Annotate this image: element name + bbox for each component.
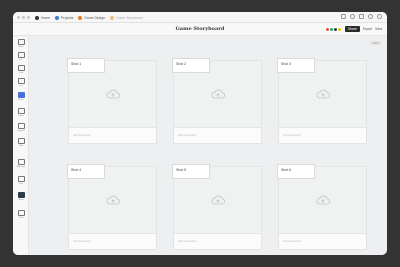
shot-title[interactable]: Shot 5: [172, 164, 210, 179]
device-icon[interactable]: [341, 14, 346, 19]
shot-description-field[interactable]: Add description: [174, 233, 261, 249]
help-icon[interactable]: [350, 14, 355, 19]
shot-title[interactable]: Shot 6: [277, 164, 315, 179]
storyboard-shot-card[interactable]: Add description Shot 3: [277, 58, 367, 144]
comment-icon: [17, 123, 25, 129]
sidebar-tool-label: Board: [18, 98, 24, 101]
sidebar-tool-link[interactable]: Link: [16, 52, 26, 61]
sidebar-tool-label: Draw: [18, 182, 24, 185]
shot-description-field[interactable]: Add description: [69, 233, 156, 249]
breadcrumb-game-storyboard-label: Game Storyboard: [116, 15, 143, 20]
breadcrumb-home-label: Home: [41, 15, 51, 20]
shot-description-field[interactable]: Add description: [69, 127, 156, 143]
sidebar-tool-line[interactable]: Line: [16, 78, 26, 87]
document-toolbar: Game Storyboard Share Export View: [13, 23, 387, 36]
storyboard-shot-card[interactable]: Add description Shot 4: [67, 164, 157, 250]
storyboard-shot-card[interactable]: Add description Shot 2: [172, 58, 262, 144]
shot-description-field[interactable]: Add description: [279, 127, 366, 143]
close-window-icon[interactable]: [17, 16, 20, 19]
pen-icon: [17, 176, 25, 182]
titlebar-actions: [341, 14, 382, 19]
board-canvas[interactable]: 100% Add description Shot 1 Add descriptio…: [30, 37, 387, 255]
storyboard-shot-card[interactable]: Add description Shot 1: [67, 58, 157, 144]
breadcrumb-projects[interactable]: Projects: [55, 15, 74, 20]
cloud-upload-icon: [211, 195, 225, 205]
shot-title[interactable]: Shot 1: [67, 58, 105, 73]
breadcrumb-game-design[interactable]: Game Design: [78, 15, 106, 20]
minimize-window-icon[interactable]: [22, 16, 25, 19]
sidebar-tool-add-image[interactable]: Add image: [16, 159, 26, 168]
title-bar: Home Projects Game Design Game Storyboar…: [13, 12, 387, 23]
sidebar-tool-board[interactable]: Board: [16, 39, 26, 48]
sidebar-tool-label: Trash: [18, 216, 24, 219]
sidebar-tool-label: Link: [19, 58, 23, 61]
sidebar-tool-label: Comment: [17, 129, 25, 132]
cloud-upload-icon: [106, 195, 120, 205]
image-icon: [17, 159, 25, 165]
sidebar-tool-column[interactable]: Column: [16, 108, 26, 117]
document-icon: [78, 15, 83, 20]
sidebar-tool-to-do[interactable]: To-do: [16, 65, 26, 74]
settings-icon[interactable]: [377, 14, 382, 19]
shot-title[interactable]: Shot 3: [277, 58, 315, 73]
board-icon: [17, 39, 25, 45]
sidebar-tool-label: Add image: [16, 165, 26, 168]
tool-sidebar: Board Link To-do Line Board Column Comment Tabl…: [13, 37, 29, 255]
sidebar-tool-label: Sketch: [18, 198, 24, 201]
document-icon: [110, 15, 115, 20]
avatar[interactable]: [336, 26, 342, 32]
home-icon: [35, 15, 39, 20]
shot-title[interactable]: Shot 4: [67, 164, 105, 179]
sidebar-tool-trash[interactable]: Trash: [16, 210, 26, 219]
zoom-level[interactable]: 100%: [370, 41, 381, 45]
sidebar-tool-label: To-do: [18, 71, 24, 74]
sidebar-tool-label: Column: [17, 114, 25, 117]
sidebar-tool-comment[interactable]: Comment: [16, 123, 26, 132]
breadcrumb-game-design-label: Game Design: [84, 15, 106, 20]
sidebar-tool-table[interactable]: Table: [16, 138, 26, 147]
table-icon: [17, 138, 25, 144]
trash-icon: [17, 210, 25, 216]
sidebar-tool-draw[interactable]: Draw: [16, 176, 26, 185]
share-button[interactable]: Share: [344, 26, 360, 32]
window-controls: [17, 16, 30, 19]
breadcrumb-home[interactable]: Home: [35, 15, 51, 20]
sketch-icon: [17, 192, 25, 198]
folder-icon: [55, 15, 60, 20]
cloud-upload-icon: [211, 89, 225, 99]
link-icon: [17, 52, 25, 58]
toolbar-right: Share Export View: [324, 26, 382, 32]
line-icon: [17, 78, 25, 84]
app-window: Home Projects Game Design Game Storyboar…: [13, 12, 387, 255]
maximize-window-icon[interactable]: [27, 16, 30, 19]
board-icon: [17, 92, 25, 98]
sidebar-tool-sketch[interactable]: Sketch: [16, 192, 26, 201]
export-dropdown[interactable]: Export: [363, 27, 372, 31]
breadcrumb-game-storyboard[interactable]: Game Storyboard: [110, 15, 143, 20]
sidebar-tool-label: Board: [18, 45, 24, 48]
view-dropdown[interactable]: View: [375, 27, 382, 31]
storyboard-shot-card[interactable]: Add description Shot 6: [277, 164, 367, 250]
sidebar-tool-label: Line: [19, 84, 23, 87]
shot-title[interactable]: Shot 2: [172, 58, 210, 73]
shot-description-field[interactable]: Add description: [279, 233, 366, 249]
collaborator-avatars[interactable]: [324, 26, 342, 32]
sidebar-tool-board[interactable]: Board: [16, 92, 26, 101]
column-icon: [17, 108, 25, 114]
shot-description-field[interactable]: Add description: [174, 127, 261, 143]
breadcrumb: Home Projects Game Design Game Storyboar…: [35, 14, 143, 21]
cloud-upload-icon: [106, 89, 120, 99]
notifications-icon[interactable]: [359, 14, 364, 19]
breadcrumb-projects-label: Projects: [61, 15, 74, 20]
cloud-upload-icon: [316, 195, 330, 205]
storyboard-shot-card[interactable]: Add description Shot 5: [172, 164, 262, 250]
cloud-upload-icon: [316, 89, 330, 99]
todo-icon: [17, 65, 25, 71]
search-icon[interactable]: [368, 14, 373, 19]
sidebar-tool-label: Table: [18, 144, 24, 147]
